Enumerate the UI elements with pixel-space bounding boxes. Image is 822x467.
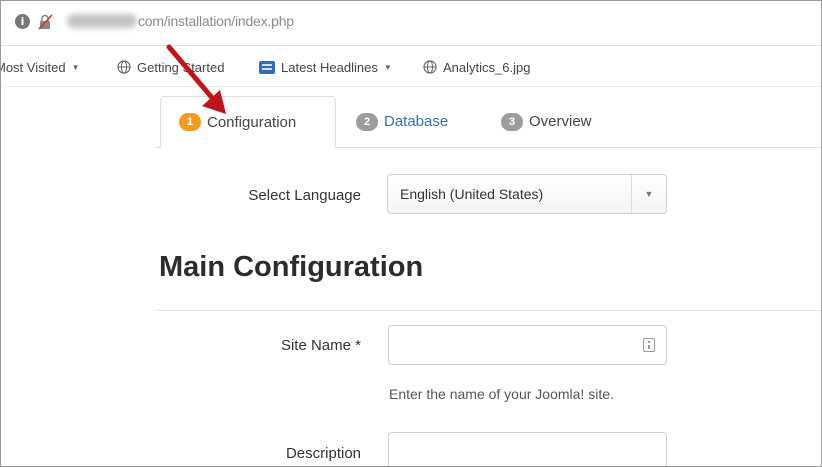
globe-icon bbox=[117, 60, 131, 74]
language-select[interactable]: English (United States) ▼ bbox=[387, 174, 667, 214]
tab-database[interactable]: 2 Database bbox=[356, 96, 448, 147]
step-badge: 1 bbox=[179, 113, 201, 131]
tab-label: Overview bbox=[529, 113, 592, 130]
step-badge: 3 bbox=[501, 112, 523, 131]
field-info-icon[interactable] bbox=[643, 338, 655, 352]
bookmark-label: Latest Headlines bbox=[281, 59, 378, 75]
blurred-domain bbox=[67, 14, 137, 28]
bookmark-analytics[interactable]: Analytics_6.jpg bbox=[423, 58, 530, 76]
site-name-help-text: Enter the name of your Joomla! site. bbox=[389, 386, 614, 402]
tab-label: Database bbox=[384, 113, 449, 130]
bookmark-label: Most Visited bbox=[0, 59, 66, 75]
bookmark-label: Getting Started bbox=[137, 59, 225, 75]
chevron-down-icon: ▼ bbox=[71, 62, 80, 72]
bookmark-label: Analytics_6.jpg bbox=[443, 59, 531, 75]
language-selected-value: English (United States) bbox=[400, 186, 544, 202]
chevron-down-icon[interactable]: ▼ bbox=[631, 175, 666, 213]
tab-label: Configuration bbox=[207, 113, 297, 131]
page-title: Main Configuration bbox=[159, 251, 424, 283]
screenshot-frame: i com/installation/index.php Most Visite… bbox=[0, 0, 822, 467]
tab-configuration[interactable]: 1 Configuration bbox=[160, 96, 336, 148]
bookmark-latest-headlines[interactable]: Latest Headlines ▼ bbox=[259, 58, 392, 76]
installation-steps: 1 Configuration 2 Database 3 Overview bbox=[156, 96, 821, 148]
chevron-down-icon: ▼ bbox=[383, 62, 392, 72]
globe-icon bbox=[423, 60, 437, 74]
description-label: Description bbox=[285, 445, 361, 462]
bookmarks-bar: Most Visited ▼ Getting Started Latest He… bbox=[1, 46, 821, 87]
url-path[interactable]: com/installation/index.php bbox=[138, 13, 294, 29]
site-name-label: Site Name * bbox=[280, 337, 361, 354]
tab-overview[interactable]: 3 Overview bbox=[501, 96, 592, 147]
site-name-input[interactable] bbox=[388, 325, 667, 365]
bookmark-most-visited[interactable]: Most Visited ▼ bbox=[0, 58, 80, 76]
bookmark-getting-started[interactable]: Getting Started bbox=[117, 58, 224, 76]
address-bar[interactable]: i com/installation/index.php bbox=[1, 1, 821, 46]
step-badge: 2 bbox=[356, 112, 378, 131]
info-icon[interactable]: i bbox=[15, 14, 30, 29]
description-input[interactable] bbox=[388, 432, 667, 466]
news-icon bbox=[259, 60, 275, 74]
select-language-label: Select Language bbox=[248, 187, 361, 204]
insecure-lock-icon[interactable] bbox=[37, 13, 55, 31]
divider bbox=[156, 310, 821, 311]
